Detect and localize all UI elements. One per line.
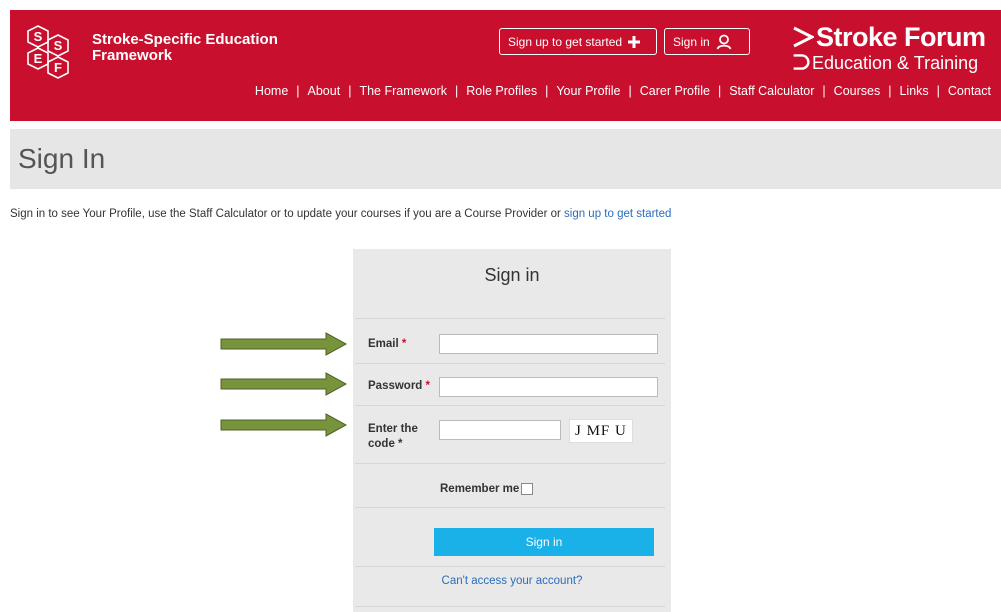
logo-letter: E xyxy=(34,51,43,66)
captcha-input[interactable] xyxy=(439,420,561,440)
divider xyxy=(355,606,665,607)
nav-item-carer-profile[interactable]: Carer Profile xyxy=(640,84,710,98)
user-icon xyxy=(716,34,732,50)
signup-button-label: Sign up to get started xyxy=(508,34,623,49)
arrow-annotation xyxy=(220,372,348,396)
required-mark: * xyxy=(401,338,407,350)
divider xyxy=(355,507,665,508)
nav-item-the-framework[interactable]: The Framework xyxy=(359,84,447,98)
nav-separator: | xyxy=(348,84,352,98)
captcha-image: J MF U xyxy=(569,419,633,443)
nav-separator: | xyxy=(822,84,826,98)
remember-me-label: Remember me xyxy=(440,483,520,495)
divider xyxy=(355,463,665,464)
nav-item-staff-calculator[interactable]: Staff Calculator xyxy=(729,84,814,98)
nav-separator: | xyxy=(545,84,549,98)
divider xyxy=(355,318,665,319)
page-title: Sign In xyxy=(18,143,106,174)
nav-separator: | xyxy=(888,84,892,98)
intro-signup-link[interactable]: sign up to get started xyxy=(564,208,671,220)
divider xyxy=(355,566,665,567)
plus-icon xyxy=(628,35,641,48)
email-label: Email * xyxy=(368,338,407,350)
uk-mark-icon xyxy=(793,26,814,48)
header-signin-label: Sign in xyxy=(673,34,710,49)
email-field[interactable] xyxy=(439,334,658,354)
nav-item-courses[interactable]: Courses xyxy=(834,84,881,98)
uk-mark-icon xyxy=(793,54,810,70)
nav-item-home[interactable]: Home xyxy=(255,84,288,98)
intro-text: Sign in to see Your Profile, use the Sta… xyxy=(10,208,671,220)
password-field[interactable] xyxy=(439,377,658,397)
brand-title-line1: Stroke-Specific Education xyxy=(92,31,278,48)
logo-letter: S xyxy=(54,38,63,53)
captcha-label: Enter the code * xyxy=(368,423,418,450)
signin-submit-button[interactable]: Sign in xyxy=(434,528,654,556)
intro-text-body: Sign in to see Your Profile, use the Sta… xyxy=(10,208,565,220)
nav-item-contact[interactable]: Contact xyxy=(948,84,991,98)
remember-me: Remember me xyxy=(440,483,534,495)
password-label: Password * xyxy=(368,380,431,392)
main-nav: Home | About | The Framework | Role Prof… xyxy=(255,84,991,98)
nav-separator: | xyxy=(936,84,940,98)
nav-separator: | xyxy=(717,84,722,98)
site-header: S S E F Stroke-Specific Education Framew… xyxy=(10,10,1001,121)
signup-button[interactable]: Sign up to get started xyxy=(499,28,657,55)
signin-panel-title: Sign in xyxy=(484,265,540,285)
signin-panel: Sign in Email * Password * Enter the cod… xyxy=(353,249,671,612)
nav-item-role-profiles[interactable]: Role Profiles xyxy=(466,84,537,98)
site-brand[interactable]: Stroke-Specific Education Framework xyxy=(92,32,278,64)
divider xyxy=(355,363,665,364)
logo-letter: F xyxy=(54,60,62,75)
nav-separator: | xyxy=(628,84,632,98)
arrow-annotation xyxy=(220,413,348,437)
page-title-bar: Sign In xyxy=(10,129,1001,189)
ssef-logo[interactable]: S S E F xyxy=(24,24,78,80)
remember-me-checkbox[interactable] xyxy=(521,483,534,495)
brand-title-line2: Framework xyxy=(92,47,173,64)
nav-separator: | xyxy=(296,84,300,98)
nav-item-links[interactable]: Links xyxy=(899,84,928,98)
nav-item-about[interactable]: About xyxy=(308,84,341,98)
partner-logo-line1: Stroke Forum xyxy=(816,22,986,52)
nav-separator: | xyxy=(454,84,459,98)
required-mark: * xyxy=(398,438,403,450)
header-signin-button[interactable]: Sign in xyxy=(664,28,750,55)
divider xyxy=(355,405,665,406)
partner-logo-line2: Education & Training xyxy=(812,53,979,73)
arrow-annotation xyxy=(220,332,348,356)
logo-letter: S xyxy=(34,29,43,44)
nav-item-your-profile[interactable]: Your Profile xyxy=(556,84,620,98)
cant-access-account-link[interactable]: Can't access your account? xyxy=(353,575,671,587)
required-mark: * xyxy=(425,380,431,392)
